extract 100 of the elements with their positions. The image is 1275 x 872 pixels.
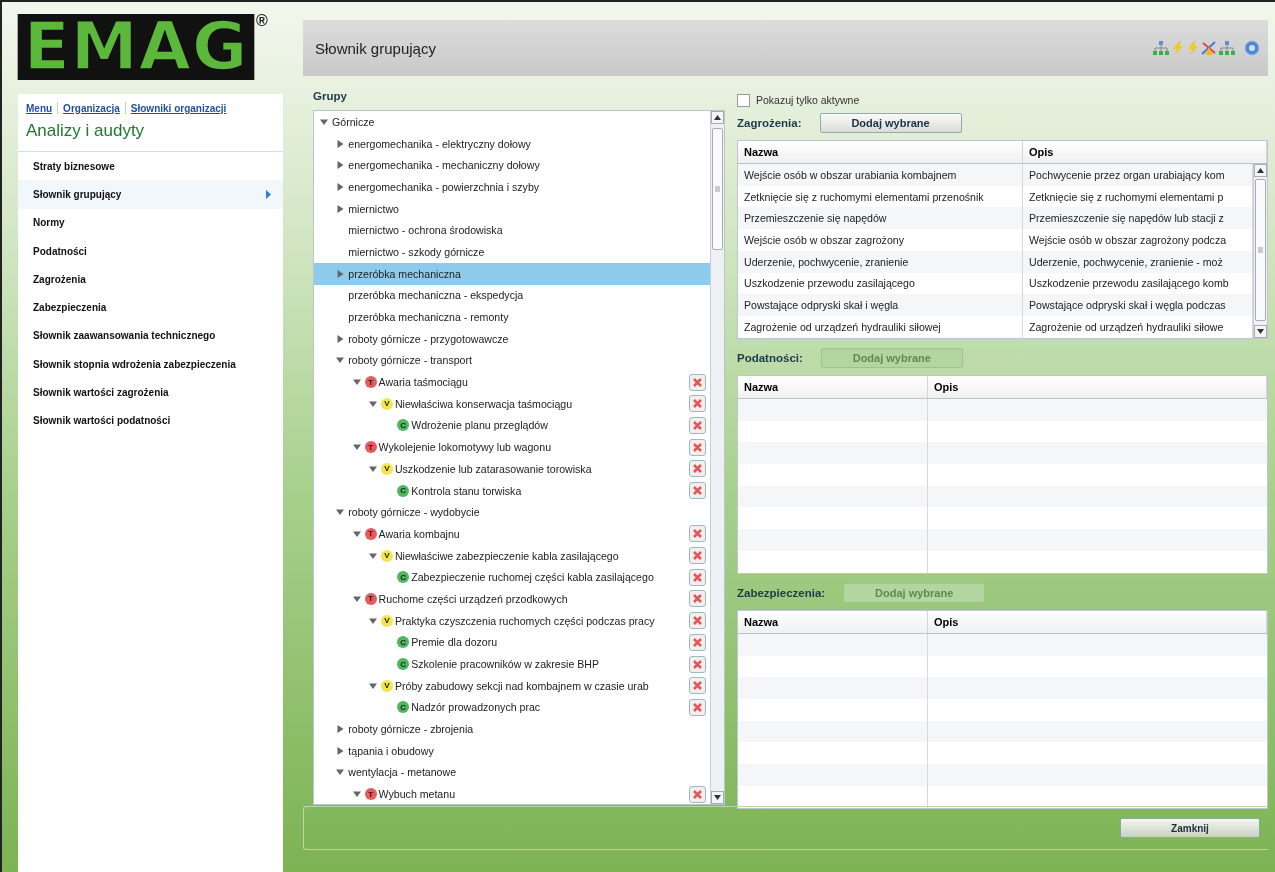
delete-button[interactable] bbox=[689, 677, 706, 695]
column-header[interactable]: Opis bbox=[1023, 141, 1267, 163]
scroll-down-button[interactable] bbox=[711, 791, 724, 804]
tree-item[interactable]: przeróbka mechaniczna bbox=[314, 262, 710, 285]
tree-item[interactable]: T Awaria kombajnu bbox=[314, 523, 710, 545]
caret-icon[interactable] bbox=[336, 161, 345, 170]
caret-icon[interactable] bbox=[352, 529, 361, 538]
tree-item[interactable]: roboty górnicze - wydobycie bbox=[314, 501, 710, 524]
tree-item[interactable]: roboty górnicze - transport bbox=[314, 349, 710, 372]
delete-button[interactable] bbox=[689, 373, 706, 391]
caret-icon[interactable] bbox=[336, 768, 345, 777]
caret-icon[interactable] bbox=[368, 616, 377, 625]
tree-item[interactable]: C Wdrożenie planu przeglądów bbox=[314, 414, 710, 437]
breadcrumb-link[interactable]: Organizacja bbox=[63, 102, 120, 114]
sidebar-item[interactable]: Słownik zaawansowania technicznego bbox=[18, 321, 283, 351]
tree-item[interactable]: V Praktyka czyszczenia ruchomych części podczas pracy bbox=[314, 609, 710, 632]
column-header[interactable]: Opis bbox=[928, 611, 1267, 633]
help-icon[interactable] bbox=[1244, 40, 1260, 56]
tree-item[interactable]: przeróbka mechaniczna - ekspedycja bbox=[314, 284, 710, 307]
scroll-down-button[interactable] bbox=[1254, 325, 1267, 338]
sidebar-item[interactable]: Normy bbox=[18, 208, 283, 237]
tree-item[interactable]: roboty górnicze - zbrojenia bbox=[314, 718, 710, 740]
tree-item[interactable]: V Próby zabudowy sekcji nad kombajnem w czasie urab bbox=[314, 674, 710, 697]
caret-icon[interactable] bbox=[336, 725, 345, 734]
tree-item[interactable]: T Ruchome części urządzeń przodkowych bbox=[314, 588, 710, 610]
caret-icon[interactable] bbox=[368, 464, 377, 473]
delete-button[interactable] bbox=[689, 655, 706, 673]
scroll-thumb[interactable] bbox=[712, 128, 723, 250]
tree-item[interactable]: C Nadzór prowadzonych prac bbox=[314, 696, 710, 719]
scrollbar[interactable] bbox=[1253, 164, 1267, 338]
tree-item[interactable]: Górnicze bbox=[314, 111, 710, 133]
tree-item[interactable]: C Kontrola stanu torwiska bbox=[314, 479, 710, 502]
tree-item[interactable]: V Uszkodzenie lub zatarasowanie torowiska bbox=[314, 458, 710, 480]
sidebar-item[interactable]: Słownik grupujący bbox=[18, 180, 283, 209]
caret-icon[interactable] bbox=[352, 790, 361, 799]
delete-button[interactable] bbox=[689, 547, 706, 565]
column-header[interactable]: Opis bbox=[928, 376, 1267, 398]
delete-button[interactable] bbox=[689, 525, 706, 543]
tree-item[interactable]: miernictwo bbox=[314, 197, 710, 220]
caret-icon[interactable] bbox=[368, 551, 377, 560]
delete-button[interactable] bbox=[689, 482, 706, 500]
delete-button[interactable] bbox=[689, 568, 706, 586]
tree-item[interactable]: T Wybuch metanu bbox=[314, 783, 710, 804]
caret-icon[interactable] bbox=[336, 204, 345, 213]
caret-icon[interactable] bbox=[320, 117, 328, 126]
checkbox[interactable] bbox=[737, 93, 750, 107]
sidebar-item[interactable]: Słownik stopnia wdrożenia zabezpieczenia bbox=[18, 350, 283, 379]
tree-item[interactable]: przeróbka mechaniczna - remonty bbox=[314, 306, 710, 328]
tree-item[interactable]: roboty górnicze - przygotowawcze bbox=[314, 327, 710, 350]
sidebar-item[interactable]: Słownik wartości zagrożenia bbox=[18, 378, 283, 407]
tree-item[interactable]: V Niewłaściwa konserwacja taśmociągu bbox=[314, 392, 710, 415]
column-header[interactable]: Nazwa bbox=[738, 376, 928, 398]
network-icon[interactable] bbox=[1152, 41, 1170, 55]
sidebar-item[interactable]: Straty biznesowe bbox=[18, 152, 283, 181]
tree-item[interactable]: energomechanika - mechaniczny dołowy bbox=[314, 154, 710, 177]
tree-item[interactable]: energomechanika - powierzchnia i szyby bbox=[314, 176, 710, 198]
tree-item[interactable]: V Niewłaściwe zabezpieczenie kabla zasilającego bbox=[314, 544, 710, 567]
caret-icon[interactable] bbox=[336, 356, 345, 365]
sidebar-item[interactable]: Słownik wartości podatności bbox=[18, 406, 283, 435]
tree-item[interactable]: T Wykolejenie lokomotywy lub wagonu bbox=[314, 436, 710, 458]
caret-icon[interactable] bbox=[336, 746, 345, 755]
delete-button[interactable] bbox=[689, 785, 706, 803]
caret-icon[interactable] bbox=[336, 269, 345, 278]
delete-button[interactable] bbox=[689, 460, 706, 478]
sidebar-item[interactable]: Podatności bbox=[18, 236, 283, 266]
delete-button[interactable] bbox=[689, 698, 706, 716]
caret-icon[interactable] bbox=[368, 681, 377, 690]
scroll-up-button[interactable] bbox=[1254, 164, 1267, 177]
tree-item[interactable]: C Premie dla dozoru bbox=[314, 631, 710, 654]
caret-icon[interactable] bbox=[336, 334, 345, 343]
network-icon[interactable] bbox=[1218, 41, 1236, 55]
tree-item[interactable]: miernictwo - ochrona środowiska bbox=[314, 219, 710, 242]
add-selected-button[interactable]: Dodaj wybrane bbox=[819, 113, 962, 133]
tree-item[interactable]: miernictwo - szkody górnicze bbox=[314, 241, 710, 263]
delete-button[interactable] bbox=[689, 590, 706, 608]
caret-icon[interactable] bbox=[368, 399, 377, 408]
delete-button[interactable] bbox=[689, 633, 706, 651]
tree-item[interactable]: C Zabezpieczenie ruchomej części kabla zasilającego bbox=[314, 566, 710, 589]
column-header[interactable]: Nazwa bbox=[738, 141, 1023, 163]
sidebar-item[interactable]: Zabezpieczenia bbox=[18, 293, 283, 322]
tree-item[interactable]: energomechanika - elektryczny dołowy bbox=[314, 132, 710, 155]
tree-item[interactable]: wentylacja - metanowe bbox=[314, 761, 710, 784]
caret-icon[interactable] bbox=[352, 594, 361, 603]
delete-button[interactable] bbox=[689, 438, 706, 456]
caret-icon[interactable] bbox=[352, 378, 361, 387]
delete-button[interactable] bbox=[689, 416, 706, 434]
tools-warning-icon[interactable] bbox=[1201, 40, 1217, 56]
scrollbar[interactable] bbox=[710, 111, 724, 804]
close-button[interactable]: Zamknij bbox=[1120, 818, 1260, 838]
breadcrumb-link[interactable]: Menu bbox=[26, 102, 53, 114]
tree-item[interactable]: tąpania i obudowy bbox=[314, 739, 710, 762]
delete-button[interactable] bbox=[689, 612, 706, 630]
caret-icon[interactable] bbox=[336, 139, 345, 148]
caret-icon[interactable] bbox=[336, 508, 345, 517]
scroll-up-button[interactable] bbox=[711, 111, 724, 124]
tree-item[interactable]: T Awaria taśmociągu bbox=[314, 371, 710, 393]
tree-item[interactable]: C Szkolenie pracowników w zakresie BHP bbox=[314, 653, 710, 675]
caret-icon[interactable] bbox=[352, 443, 361, 452]
scroll-thumb[interactable] bbox=[1255, 179, 1266, 321]
delete-button[interactable] bbox=[689, 395, 706, 413]
